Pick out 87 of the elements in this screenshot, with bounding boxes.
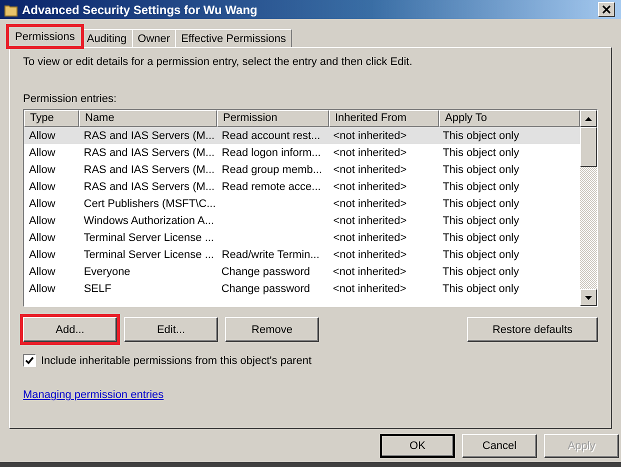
table-row[interactable]: Allow Cert Publishers (MSFT\C... <not inherited> This object only bbox=[24, 195, 580, 212]
table-cell: Allow bbox=[29, 248, 56, 260]
table-cell: Allow bbox=[29, 198, 56, 210]
table-row[interactable]: Allow Everyone Change password <not inherited> This object only bbox=[24, 263, 580, 280]
table-row[interactable]: Allow SELF Change password <not inherited> This object only bbox=[24, 280, 580, 297]
table-row[interactable]: Allow Windows Authorization A... <not inherited> This object only bbox=[24, 212, 580, 229]
table-cell: This object only bbox=[442, 282, 519, 294]
folder-icon bbox=[4, 2, 18, 16]
table-cell: RAS and IAS Servers (M... bbox=[84, 180, 215, 192]
table-row[interactable]: Allow RAS and IAS Servers (M... Read account rest... <not inherited> This object only bbox=[24, 127, 580, 144]
table-cell: RAS and IAS Servers (M... bbox=[84, 130, 215, 142]
close-button[interactable] bbox=[598, 2, 615, 17]
table-cell: Allow bbox=[29, 214, 56, 226]
table-cell: This object only bbox=[442, 248, 520, 260]
table-cell: <not inherited> bbox=[333, 214, 407, 226]
table-cell: Allow bbox=[29, 130, 56, 142]
table-cell: This object only bbox=[442, 232, 520, 244]
restore-defaults-button[interactable]: Restore defaults bbox=[467, 317, 598, 342]
table-cell: <not inherited> bbox=[333, 146, 407, 158]
column-header[interactable]: Inherited From bbox=[329, 110, 439, 127]
down-arrow-icon bbox=[585, 296, 592, 300]
table-cell: <not inherited> bbox=[333, 130, 407, 142]
table-cell: Allow bbox=[29, 164, 56, 176]
table-cell: Allow bbox=[29, 282, 56, 294]
table-row[interactable]: Allow RAS and IAS Servers (M... Read remote acce... <not inherited> This object only bbox=[24, 178, 580, 195]
table-cell: Read/write Termin... bbox=[222, 248, 320, 260]
tab[interactable]: Permissions bbox=[8, 26, 82, 47]
table-cell: <not inherited> bbox=[333, 248, 407, 260]
table-cell: <not inherited> bbox=[333, 232, 407, 244]
scroll-down-button[interactable] bbox=[580, 289, 597, 306]
window-title: Advanced Security Settings for Wu Wang bbox=[22, 2, 258, 16]
inherit-checkbox[interactable] bbox=[23, 354, 36, 367]
scroll-thumb[interactable] bbox=[580, 127, 597, 167]
tab[interactable]: Effective Permissions bbox=[175, 29, 292, 47]
scrollbar[interactable] bbox=[580, 110, 597, 306]
table-row[interactable]: Allow RAS and IAS Servers (M... Read group memb... <not inherited> This object only bbox=[24, 161, 580, 178]
checkbox-label: Include inheritable permissions from this object's parent bbox=[41, 354, 312, 366]
table-cell: Read remote acce... bbox=[222, 180, 321, 192]
table-cell: Everyone bbox=[84, 266, 130, 278]
table-cell: Change password bbox=[221, 282, 310, 294]
table-cell: This object only bbox=[442, 266, 519, 278]
table-cell: This object only bbox=[442, 180, 520, 192]
scroll-up-button[interactable] bbox=[580, 110, 597, 127]
table-cell: This object only bbox=[442, 130, 520, 142]
table-cell: SELF bbox=[84, 282, 112, 294]
entries-label: Permission entries: bbox=[23, 93, 118, 105]
table-cell: Terminal Server License ... bbox=[84, 248, 214, 260]
table-cell: <not inherited> bbox=[333, 164, 407, 176]
table-cell: This object only bbox=[442, 198, 520, 210]
table-cell: Change password bbox=[221, 266, 310, 278]
table-cell: This object only bbox=[442, 146, 520, 158]
column-header[interactable]: Name bbox=[79, 110, 217, 127]
tab[interactable]: Owner bbox=[132, 29, 176, 47]
table-cell: <not inherited> bbox=[333, 180, 407, 192]
column-header[interactable]: Type bbox=[24, 110, 79, 127]
table-cell: Allow bbox=[29, 232, 56, 244]
table-cell: Allow bbox=[29, 180, 56, 192]
column-header[interactable]: Apply To bbox=[439, 110, 580, 127]
table-cell: <not inherited> bbox=[332, 266, 406, 278]
check-icon bbox=[25, 356, 34, 365]
column-header[interactable]: Permission bbox=[217, 110, 329, 127]
table-cell: This object only bbox=[442, 214, 520, 226]
close-icon bbox=[602, 5, 611, 14]
table-cell: <not inherited> bbox=[332, 282, 406, 294]
instructions-text: To view or edit details for a permission entry, select the entry and then click Edit. bbox=[23, 56, 414, 68]
table-cell: Terminal Server License ... bbox=[84, 232, 214, 244]
table-cell: Read logon inform... bbox=[222, 146, 321, 158]
dialog-button[interactable]: OK bbox=[380, 434, 455, 458]
table-cell: <not inherited> bbox=[333, 198, 407, 210]
table-cell: Read account rest... bbox=[222, 130, 320, 142]
table-row[interactable]: Allow Terminal Server License ... <not inherited> This object only bbox=[24, 229, 580, 246]
table-cell: Cert Publishers (MSFT\C... bbox=[84, 198, 216, 210]
table-cell: Allow bbox=[29, 146, 56, 158]
table-cell: RAS and IAS Servers (M... bbox=[84, 146, 215, 158]
table-cell: Windows Authorization A... bbox=[84, 214, 214, 226]
entry-button[interactable]: Add... bbox=[23, 317, 117, 342]
dialog-button[interactable]: Cancel bbox=[462, 434, 537, 458]
table-row[interactable]: Allow RAS and IAS Servers (M... Read logon inform... <not inherited> This object only bbox=[24, 144, 580, 161]
table-row[interactable]: Allow Terminal Server License ... Read/write Termin... <not inherited> This object only bbox=[24, 246, 580, 263]
table-cell: This object only bbox=[442, 164, 520, 176]
help-link[interactable]: Managing permission entries bbox=[23, 389, 164, 401]
table-cell: Read group memb... bbox=[222, 164, 322, 176]
up-arrow-icon bbox=[585, 116, 592, 120]
table-cell: Allow bbox=[29, 266, 56, 278]
table-cell: RAS and IAS Servers (M... bbox=[84, 164, 215, 176]
entry-button[interactable]: Remove bbox=[225, 317, 319, 342]
entry-button[interactable]: Edit... bbox=[124, 317, 218, 342]
